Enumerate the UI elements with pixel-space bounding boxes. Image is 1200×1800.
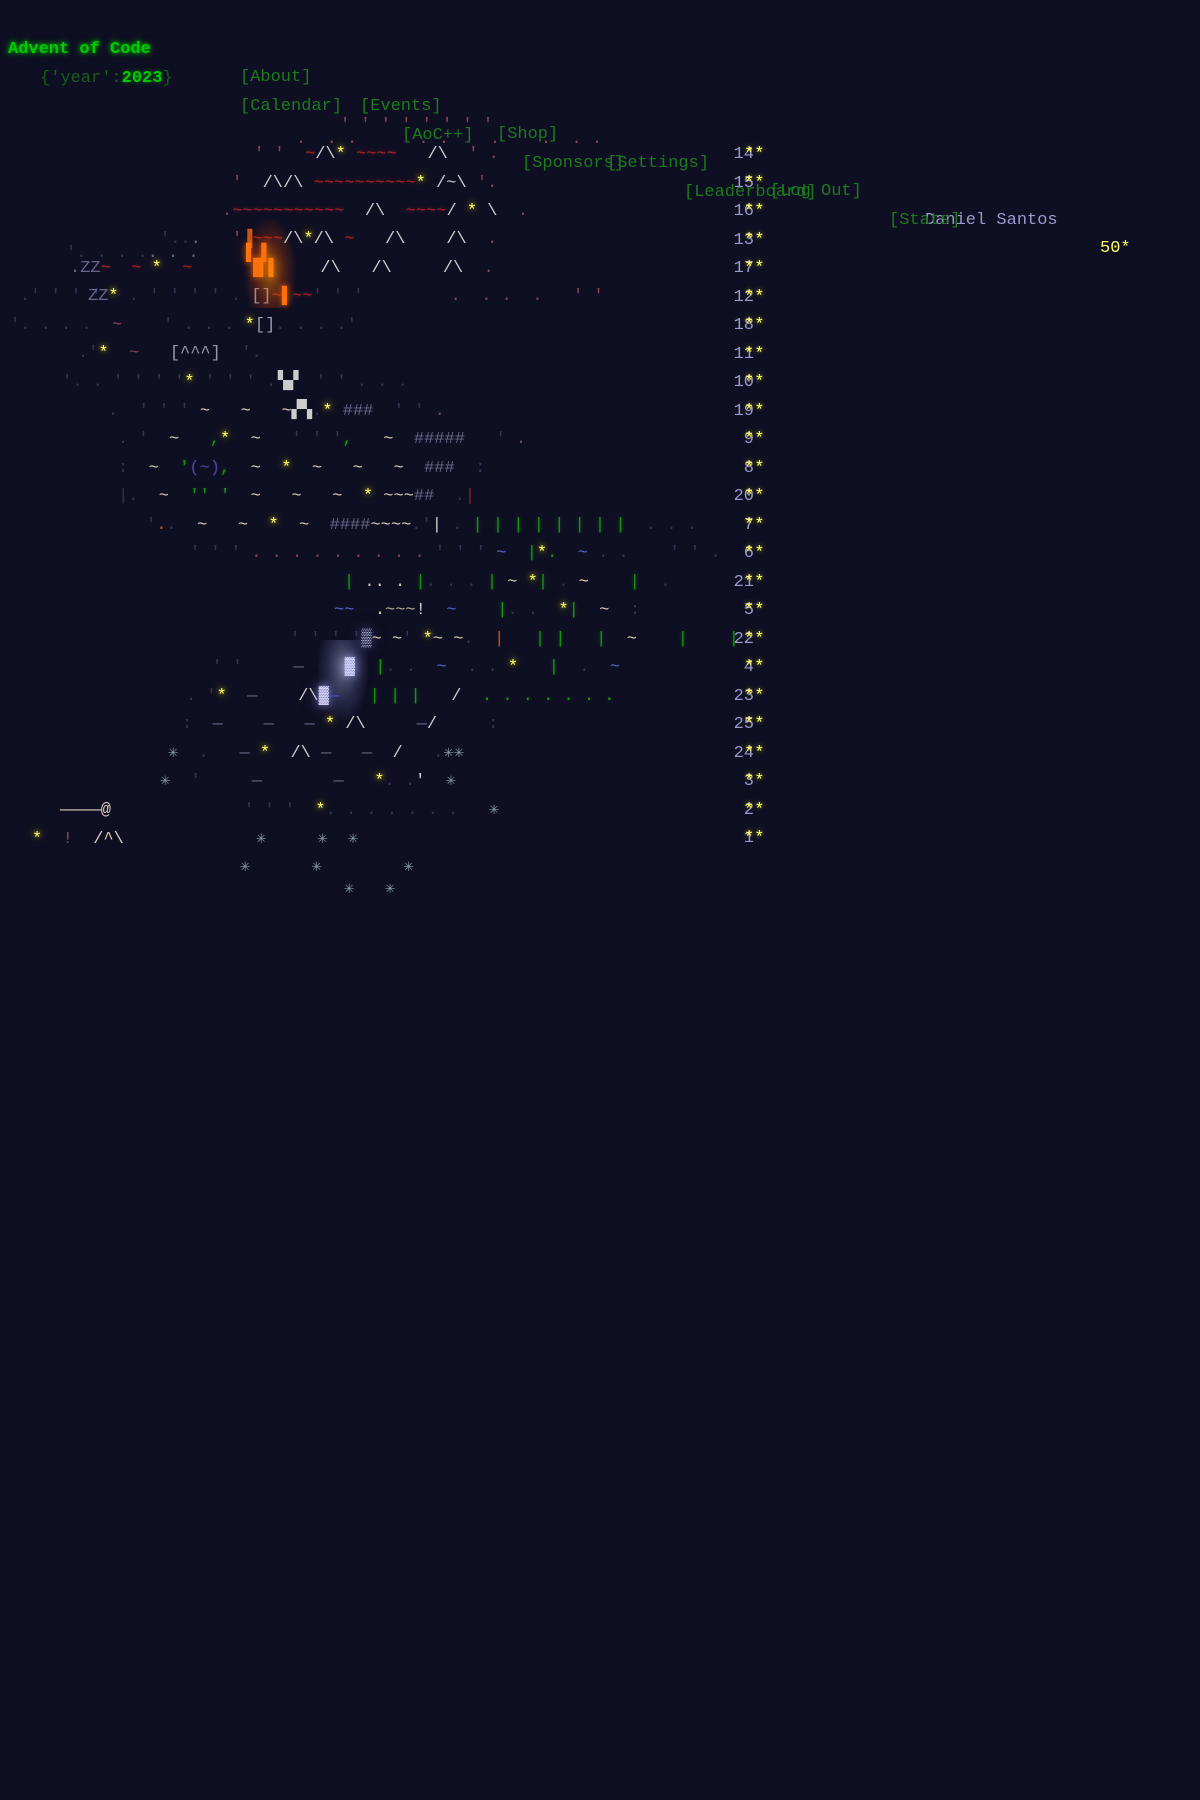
art-row: ~~ .~~~! ~ |. . *| ~ : (334, 601, 641, 620)
day-stars: ** (744, 572, 765, 592)
day-stars: ** (744, 344, 765, 364)
nav-events[interactable]: [Events] (360, 93, 442, 122)
art-row: : — — — * /\ —/ : (182, 715, 499, 734)
day-stars: ** (744, 686, 765, 706)
calendar-day-23[interactable]: 23 ** (720, 683, 790, 712)
calendar-day-14[interactable]: 14 ** (720, 141, 790, 170)
year-suffix: } (162, 68, 173, 88)
nav-sponsors[interactable]: [Sponsors] (522, 150, 624, 179)
user-star-count: 50* (1100, 239, 1131, 258)
nav-about[interactable]: [About] (240, 64, 311, 93)
nav-shop[interactable]: [Shop] (497, 121, 558, 150)
nav-aocpp[interactable]: [AoC++] (402, 122, 473, 151)
header-row-primary: Advent of Code [About] [Events] [Shop] [… (0, 7, 1200, 259)
art-row: . '* — /\▓— | | | / . . . . . . . (186, 687, 615, 706)
calendar-day-7[interactable]: 7 ** (720, 512, 790, 541)
calendar-day-18[interactable]: 18 ** (720, 312, 790, 341)
day-stars: ** (744, 800, 765, 820)
calendar-day-21[interactable]: 21 ** (720, 569, 790, 598)
day-stars: ** (744, 715, 765, 734)
art-row: '.. ~ ~ * ~ ####~~~~.'| . | | | | | | | … (146, 516, 697, 535)
site-header: Advent of Code [About] [Events] [Shop] [… (0, 0, 1200, 259)
nav-leaderboard[interactable]: [Leaderboard] (684, 179, 817, 208)
art-row: ✳ ' — — *. .' ✳ (160, 772, 456, 791)
calendar-day-13[interactable]: 13 ** (720, 227, 790, 256)
day-stars: ** (744, 772, 765, 791)
year-expression: {'year':2023} (40, 65, 173, 94)
art-row: .' ' ' ' ZZ* . ' ' ' ' . []~▌~~' ' ' . . … (20, 287, 604, 306)
day-stars: ** (744, 601, 765, 620)
art-row: . ' ~ ,* ~ ' ' ', ~ ##### ' . (118, 430, 527, 449)
day-stars: ** (744, 743, 765, 763)
day-stars: ** (744, 401, 765, 421)
calendar-day-12[interactable]: 12 ** (720, 284, 790, 313)
day-stars: ** (744, 287, 765, 307)
calendar-day-19[interactable]: 19 ** (720, 398, 790, 427)
art-row: . ' ' ' ~ ~ ~▞▚.* ### ' ' . (108, 402, 445, 421)
day-stars: ** (744, 230, 765, 250)
day-stars: ** (744, 629, 765, 649)
day-stars: ** (744, 829, 765, 848)
calendar-day-1[interactable]: 1 ** (720, 825, 790, 854)
calendar-day-22[interactable]: 22 ** (720, 626, 790, 655)
calendar-day-11[interactable]: 11 ** (720, 341, 790, 370)
art-row: ✳ ✳ (344, 880, 396, 899)
day-stars: ** (744, 316, 765, 335)
nav-stats[interactable]: [Stats] (889, 207, 960, 236)
art-row: '. . ' ' ' '* ' ' ' . ▚▞ ' ' . . . (62, 373, 408, 392)
art-row: |. ~ '' ' ~ ~ ~ * ~~~## .| (118, 487, 476, 506)
art-row: ' ' — ▓ |. . ~ . . * | . ~ (212, 658, 621, 677)
calendar-day-20[interactable]: 20 ** (720, 483, 790, 512)
nav-calendar[interactable]: [Calendar] (240, 93, 342, 122)
advent-calendar: ' ' ' ' ' ' ' ' . . . . . . . . . ' ' ~/… (0, 0, 1200, 900)
day-stars: ** (744, 544, 765, 563)
day-stars: ** (744, 430, 765, 449)
calendar-day-4[interactable]: 4 ** (720, 654, 790, 683)
art-row: ————@ ' ' ' *. . . . . . . ✳ (60, 801, 500, 820)
calendar-day-9[interactable]: 9 ** (720, 426, 790, 455)
calendar-day-3[interactable]: 3 ** (720, 768, 790, 797)
year-value: 2023 (121, 68, 163, 88)
calendar-day-17[interactable]: 17 ** (720, 255, 790, 284)
art-row: ✳ . — * /\ — — / .✳✳ (168, 744, 465, 763)
day-stars: ** (744, 487, 765, 506)
day-stars: ** (744, 145, 765, 164)
day-stars: ** (744, 373, 765, 392)
calendar-day-25[interactable]: 25 ** (720, 711, 790, 740)
calendar-day-10[interactable]: 10 ** (720, 369, 790, 398)
calendar-day-8[interactable]: 8 ** (720, 455, 790, 484)
art-row: * ! /^\ ✳ ✳ ✳ (32, 830, 359, 849)
art-row: '. . . . ~ ' . . . *[]. . . .' (10, 316, 357, 335)
year-prefix: {'year': (40, 68, 122, 88)
calendar-day-2[interactable]: 2 ** (720, 797, 790, 826)
day-stars: ** (744, 658, 765, 677)
calendar-day-24[interactable]: 24 ** (720, 740, 790, 769)
art-row: .'* ~ [^^^] '. (78, 344, 262, 363)
calendar-day-6[interactable]: 6 ** (720, 540, 790, 569)
day-stars: ** (744, 259, 765, 278)
day-stars: ** (744, 515, 765, 535)
art-row: .ZZ~ ~ * ~ ▐▌▌ /\ /\ /\ . (70, 259, 494, 278)
header-row-secondary: {'year':2023} [Calendar] [AoC++] [Sponso… (0, 36, 1200, 231)
art-row: ' ' ' '▒~ ~' *~ ~. | | | | ~ | | (290, 630, 739, 649)
art-row: | .. . |. . . | ~ *| . ~ | . (344, 573, 671, 592)
art-row: ' ' ' . . . . . . . . . ' ' ' ~ |*. ~ . … (190, 544, 721, 563)
calendar-day-5[interactable]: 5 ** (720, 597, 790, 626)
day-stars: ** (744, 458, 765, 478)
art-row: : ~ '(~), ~ * ~ ~ ~ ### : (118, 459, 486, 478)
